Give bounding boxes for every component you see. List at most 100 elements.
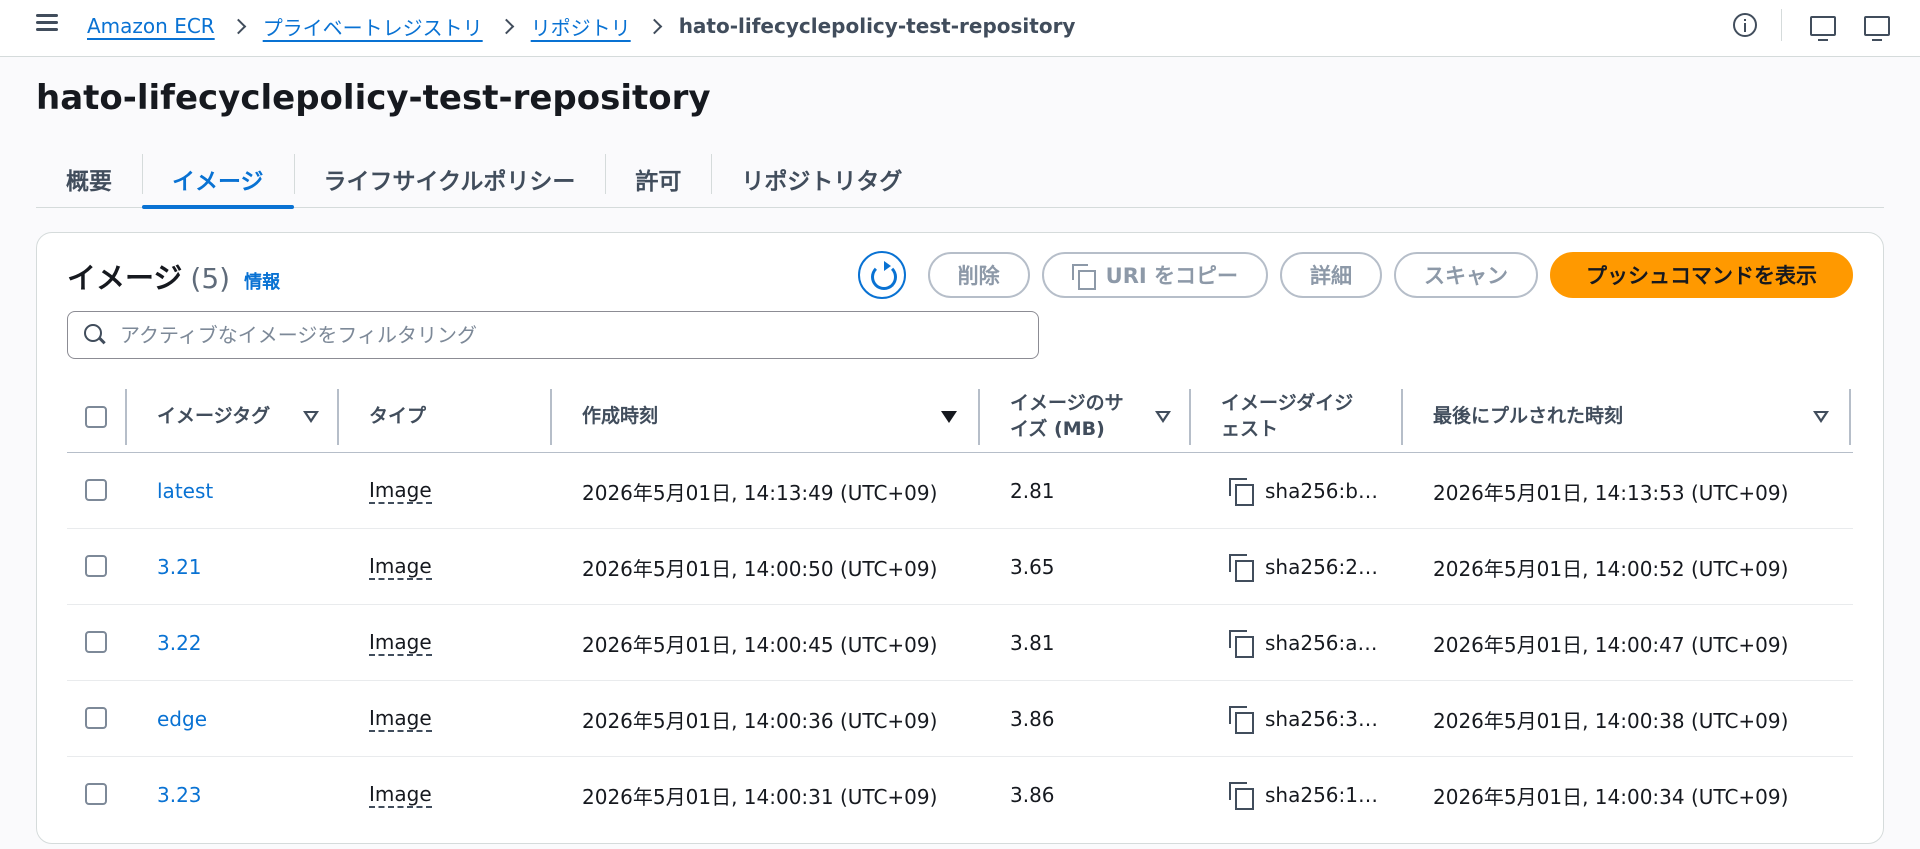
panel-actions: 削除 URI をコピー 詳細 スキャン プッシュコマンドを表示 [857, 251, 1853, 299]
filter-box [67, 311, 1039, 359]
created-at: 2026年5月01日, 14:00:36 (UTC+09) [582, 708, 938, 733]
image-digest: sha256:3… [1265, 707, 1378, 731]
details-button-label: 詳細 [1310, 264, 1352, 288]
column-header-image-size[interactable]: イメージのサ イズ (MB) [1010, 381, 1124, 453]
image-size: 2.81 [1010, 479, 1055, 503]
filter-input[interactable] [120, 323, 1020, 347]
image-tag-link[interactable]: latest [157, 479, 213, 503]
table-row: 3.21 Image 2026年5月01日, 14:00:50 (UTC+09)… [67, 529, 1853, 605]
column-header-last-pulled[interactable]: 最後にプルされた時刻 [1433, 381, 1623, 453]
column-divider[interactable] [337, 389, 339, 445]
images-panel: イメージ (5) 情報 削除 URI をコピー 詳細 スキャン プッシュコマンド… [36, 232, 1884, 844]
delete-button-label: 削除 [957, 264, 1000, 288]
row-checkbox[interactable] [85, 783, 107, 805]
info-link[interactable]: 情報 [244, 268, 280, 294]
created-at: 2026年5月01日, 14:00:45 (UTC+09) [582, 632, 938, 657]
column-divider[interactable] [1849, 389, 1851, 445]
breadcrumb-private-registry[interactable]: プライベートレジストリ [263, 12, 483, 41]
image-size: 3.65 [1010, 555, 1055, 579]
image-count: (5) [190, 262, 231, 295]
chevron-right-icon [501, 16, 513, 36]
breadcrumb: Amazon ECR プライベートレジストリ リポジトリ hato-lifecy… [87, 10, 1075, 42]
screen-settings-icon[interactable] [1864, 16, 1890, 41]
image-type[interactable]: Image [369, 630, 432, 656]
copy-uri-label: URI をコピー [1105, 264, 1238, 288]
image-size: 3.86 [1010, 707, 1055, 731]
copy-icon [1071, 264, 1096, 290]
delete-button[interactable]: 削除 [927, 252, 1030, 298]
copy-icon[interactable] [1229, 554, 1255, 582]
copy-icon[interactable] [1229, 630, 1255, 658]
image-digest: sha256:a… [1265, 631, 1378, 655]
column-divider[interactable] [550, 389, 552, 445]
column-header-image-digest-line2: ェスト [1221, 418, 1279, 440]
tab-lifecycle-policy[interactable]: ライフサイクルポリシー [293, 150, 606, 208]
image-size: 3.81 [1010, 631, 1055, 655]
image-type[interactable]: Image [369, 782, 432, 808]
column-divider[interactable] [1189, 389, 1191, 445]
column-header-image-digest-line1: イメージダイジ [1221, 392, 1354, 415]
last-pulled-at: 2026年5月01日, 14:00:47 (UTC+09) [1433, 632, 1789, 657]
sort-caret-icon[interactable] [1155, 411, 1171, 423]
image-tag-link[interactable]: 3.23 [157, 783, 202, 807]
breadcrumb-amazon-ecr[interactable]: Amazon ECR [87, 14, 215, 38]
created-at: 2026年5月01日, 14:00:50 (UTC+09) [582, 556, 938, 581]
tab-permissions[interactable]: 許可 [605, 150, 711, 208]
scan-button[interactable]: スキャン [1394, 252, 1538, 298]
image-digest: sha256:b… [1265, 479, 1378, 503]
row-checkbox[interactable] [85, 707, 107, 729]
tab-repository-tags[interactable]: リポジトリタグ [711, 150, 932, 208]
sort-caret-icon[interactable] [303, 411, 319, 423]
select-all-checkbox[interactable] [85, 406, 107, 428]
column-header-image-tag[interactable]: イメージタグ [157, 381, 270, 453]
image-type[interactable]: Image [369, 478, 432, 504]
last-pulled-at: 2026年5月01日, 14:00:52 (UTC+09) [1433, 556, 1789, 581]
column-header-image-digest: イメージダイジ ェスト [1221, 381, 1353, 453]
copy-icon[interactable] [1229, 782, 1255, 810]
column-header-image-size-line1: イメージのサ [1010, 392, 1124, 415]
column-divider[interactable] [978, 389, 980, 445]
images-table: イメージタグ タイプ 作成時刻 イメージのサ イズ (MB) イメージダイジ ェ… [67, 381, 1853, 833]
image-tag-link[interactable]: 3.22 [157, 631, 202, 655]
refresh-icon[interactable] [857, 251, 906, 299]
sort-descending-icon[interactable] [941, 411, 957, 423]
row-checkbox[interactable] [85, 555, 107, 577]
table-row: 3.22 Image 2026年5月01日, 14:00:45 (UTC+09)… [67, 605, 1853, 681]
copy-uri-button[interactable]: URI をコピー [1041, 252, 1268, 298]
tab-list: 概要 イメージ ライフサイクルポリシー 許可 リポジトリタグ [36, 150, 1884, 209]
row-checkbox[interactable] [85, 479, 107, 501]
image-tag-link[interactable]: 3.21 [157, 555, 202, 579]
sort-caret-icon[interactable] [1813, 411, 1829, 423]
copy-icon[interactable] [1229, 706, 1255, 734]
hamburger-menu-icon[interactable] [36, 14, 58, 32]
chevron-right-icon [233, 16, 245, 36]
top-navigation-bar: Amazon ECR プライベートレジストリ リポジトリ hato-lifecy… [0, 0, 1920, 57]
column-divider[interactable] [1401, 389, 1403, 445]
created-at: 2026年5月01日, 14:00:31 (UTC+09) [582, 784, 938, 809]
divider [1781, 9, 1782, 41]
image-type[interactable]: Image [369, 706, 432, 732]
row-checkbox[interactable] [85, 631, 107, 653]
top-utility-icons [1705, 9, 1890, 41]
panel-title: イメージ [67, 261, 183, 295]
breadcrumb-current: hato-lifecyclepolicy-test-repository [678, 14, 1076, 38]
info-icon[interactable] [1733, 13, 1757, 37]
tab-images[interactable]: イメージ [142, 150, 294, 209]
copy-icon[interactable] [1229, 478, 1255, 506]
last-pulled-at: 2026年5月01日, 14:00:34 (UTC+09) [1433, 784, 1789, 809]
image-type[interactable]: Image [369, 554, 432, 580]
column-header-created-at[interactable]: 作成時刻 [582, 381, 658, 453]
panel-header: イメージ (5) 情報 [67, 255, 280, 297]
tab-overview[interactable]: 概要 [36, 150, 142, 208]
view-push-commands-button[interactable]: プッシュコマンドを表示 [1550, 252, 1853, 298]
breadcrumb-repositories[interactable]: リポジトリ [531, 12, 631, 41]
feedback-screen-icon[interactable] [1810, 16, 1836, 41]
chevron-right-icon [649, 16, 661, 36]
details-button[interactable]: 詳細 [1280, 252, 1382, 298]
created-at: 2026年5月01日, 14:13:49 (UTC+09) [582, 480, 938, 505]
image-tag-link[interactable]: edge [157, 707, 207, 731]
table-header: イメージタグ タイプ 作成時刻 イメージのサ イズ (MB) イメージダイジ ェ… [67, 381, 1853, 453]
column-header-image-size-line2: イズ (MB) [1010, 418, 1105, 440]
image-size: 3.86 [1010, 783, 1055, 807]
table-row: edge Image 2026年5月01日, 14:00:36 (UTC+09)… [67, 681, 1853, 757]
